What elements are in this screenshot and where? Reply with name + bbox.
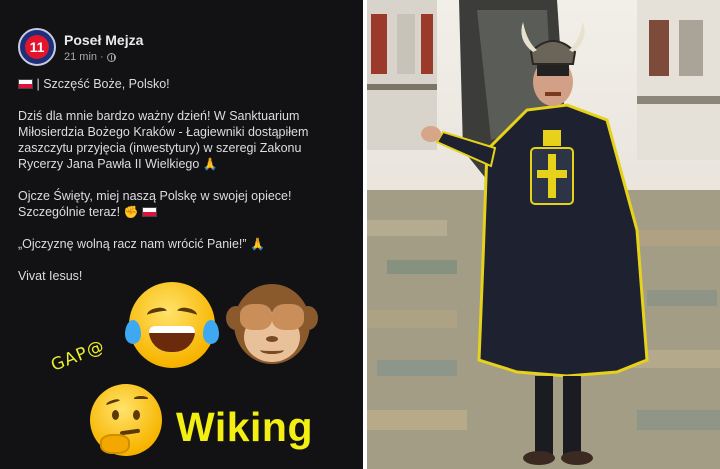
praying-hands-emoji: 🙏: [202, 157, 218, 171]
avatar-badge: 11: [25, 35, 49, 59]
globe-icon: [106, 52, 116, 62]
see-no-evil-monkey-emoji: [224, 278, 320, 374]
avatar[interactable]: 11: [18, 28, 56, 66]
greeting-text: | Szczęść Boże, Polsko!: [36, 77, 170, 91]
quote-text: „Ojczyznę wolną racz nam wrócić Panie!”: [18, 237, 247, 251]
poland-flag-icon: [18, 79, 33, 89]
thinking-face-emoji: [90, 384, 162, 456]
raised-fist-emoji: ✊: [123, 205, 139, 219]
author-name[interactable]: Poseł Mejza: [64, 32, 143, 48]
facebook-post: 11 Poseł Mejza 21 min · | Szczęść Boże, …: [0, 0, 363, 469]
knight-photo: [367, 0, 720, 469]
quote-line: „Ojczyznę wolną racz nam wrócić Panie!” …: [18, 236, 348, 252]
post-meta: 21 min ·: [64, 51, 116, 63]
post-body: | Szczęść Boże, Polsko! Dziś dla mnie ba…: [18, 76, 348, 300]
knight-illustration: [367, 0, 720, 469]
watermark-tag: GAP@: [48, 336, 108, 376]
greeting-line: | Szczęść Boże, Polsko!: [18, 76, 348, 92]
post-time[interactable]: 21 min: [64, 51, 97, 63]
paragraph-prayer: Ojcze Święty, miej naszą Polskę w swojej…: [18, 188, 348, 220]
laughing-tears-emoji: [125, 282, 219, 368]
post-header: 11 Poseł Mejza 21 min ·: [18, 28, 338, 68]
meta-separator: ·: [100, 51, 104, 63]
paragraph-investiture-text: Dziś dla mnie bardzo ważny dzień! W Sank…: [18, 109, 309, 171]
paragraph-investiture: Dziś dla mnie bardzo ważny dzień! W Sank…: [18, 108, 348, 172]
praying-hands-emoji: 🙏: [250, 237, 265, 251]
meme-caption: Wiking: [176, 404, 314, 450]
poland-flag-icon: [142, 207, 158, 217]
